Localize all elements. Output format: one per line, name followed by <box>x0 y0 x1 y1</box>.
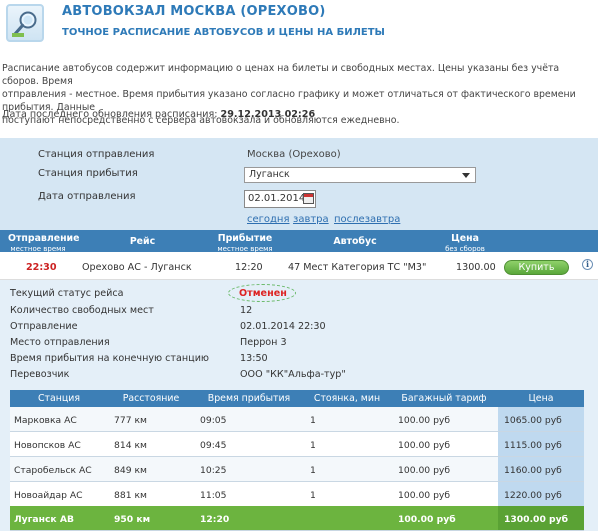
platform-label: Место отправления <box>10 337 110 348</box>
today-link[interactable]: сегодня <box>247 214 290 225</box>
route-baggage: 100.00 руб <box>398 490 451 501</box>
date-input-value: 02.01.2014 <box>248 193 306 204</box>
arrival-select-value: Луганск <box>249 169 290 180</box>
col-arrival: Прибытие местное время <box>210 233 280 253</box>
col-departure: Отправление местное время <box>8 233 79 253</box>
route-distance: 950 км <box>114 514 151 525</box>
last-updated-value: 29.12.2013 02:26 <box>220 109 316 120</box>
departure-time-value: 02.01.2014 22:30 <box>240 321 326 332</box>
status-value: Отменен <box>239 288 287 299</box>
trip-row[interactable]: 22:30 Орехово АС - Луганск 12:20 47 Мест… <box>0 252 598 280</box>
arrival-label: Станция прибытия <box>38 168 138 179</box>
route-baggage: 100.00 руб <box>398 514 456 525</box>
last-updated: Дата последнего обновления расписания: 2… <box>2 109 315 120</box>
day-after-tomorrow-link[interactable]: послезавтра <box>334 214 400 225</box>
route-distance: 777 км <box>114 415 147 426</box>
status-label: Текущий статус рейса <box>10 288 124 299</box>
info-icon[interactable]: i <box>582 259 593 270</box>
date-input[interactable]: 02.01.2014 <box>244 190 316 208</box>
seats-label: Количество свободных мест <box>10 305 154 316</box>
page-subtitle: ТОЧНОЕ РАСПИСАНИЕ АВТОБУСОВ И ЦЕНЫ НА БИ… <box>62 27 385 38</box>
route-station: Новопсков АС <box>14 440 81 451</box>
route-distance: 849 км <box>114 465 147 476</box>
route-baggage: 100.00 руб <box>398 465 451 476</box>
carrier-label: Перевозчик <box>10 369 70 380</box>
trip-route: Орехово АС - Луганск <box>82 262 192 273</box>
route-price: 1220.00 руб <box>504 490 562 501</box>
page-title: АВТОВОКЗАЛ МОСКВА (ОРЕХОВО) <box>62 4 326 19</box>
route-arrival: 10:25 <box>200 465 227 476</box>
chevron-down-icon <box>462 173 470 178</box>
route-station: Марковка АС <box>14 415 77 426</box>
buy-button[interactable]: Купить <box>504 260 569 275</box>
route-baggage: 100.00 руб <box>398 415 451 426</box>
departure-time-label: Отправление <box>10 321 78 332</box>
route-col-baggage: Багажный тариф <box>401 393 487 404</box>
route-baggage: 100.00 руб <box>398 440 451 451</box>
route-distance: 814 км <box>114 440 147 451</box>
col-title: Цена <box>451 233 479 244</box>
schedule-table-header: Отправление местное время Рейс Прибытие … <box>0 230 598 253</box>
route-arrival: 09:05 <box>200 415 227 426</box>
last-updated-label: Дата последнего обновления расписания: <box>2 109 218 120</box>
route-col-price: Цена <box>528 393 554 404</box>
route-table-header: Станция Расстояние Время прибытия Стоянк… <box>10 390 584 407</box>
logo <box>6 4 44 42</box>
final-arrival-value: 13:50 <box>240 353 268 364</box>
route-arrival: 11:05 <box>200 490 227 501</box>
route-price: 1115.00 руб <box>504 440 562 451</box>
col-price: Цена без сборов <box>440 233 490 253</box>
route-station: Новоайдар АС <box>14 490 83 501</box>
departure-label: Станция отправления <box>38 149 155 160</box>
route-row-final: Луганск АВ 950 км 12:20 100.00 руб 1300.… <box>10 506 584 531</box>
arrival-select[interactable]: Луганск <box>244 167 476 183</box>
route-row: Марковка АС 777 км 09:05 1 100.00 руб 10… <box>10 407 584 432</box>
route-stop: 1 <box>310 465 316 476</box>
route-price: 1300.00 руб <box>504 514 569 525</box>
route-col-station: Станция <box>38 393 80 404</box>
departure-value: Москва (Орехово) <box>247 149 341 160</box>
trip-bus: 47 Мест Категория ТС "М3" <box>288 262 427 273</box>
col-title: Прибытие <box>217 233 273 244</box>
route-station: Старобельск АС <box>14 465 92 476</box>
route-row: Старобельск АС 849 км 10:25 1 100.00 руб… <box>10 457 584 482</box>
route-stop: 1 <box>310 415 316 426</box>
route-col-arrival: Время прибытия <box>207 393 291 404</box>
route-station: Луганск АВ <box>14 514 74 525</box>
route-row: Новоайдар АС 881 км 11:05 1 100.00 руб 1… <box>10 482 584 507</box>
col-bus: Автобус <box>333 236 377 247</box>
trip-price: 1300.00 <box>456 262 496 273</box>
platform-value: Перрон 3 <box>240 337 287 348</box>
route-col-stop: Стоянка, мин <box>313 393 381 404</box>
trip-departure: 22:30 <box>26 262 57 273</box>
route-stop: 1 <box>310 440 316 451</box>
route-row: Новопсков АС 814 км 09:45 1 100.00 руб 1… <box>10 432 584 457</box>
carrier-value: ООО "КК"Альфа-тур" <box>240 369 346 380</box>
route-price: 1160.00 руб <box>504 465 562 476</box>
route-stop: 1 <box>310 490 316 501</box>
final-arrival-label: Время прибытия на конечную станцию <box>10 353 210 364</box>
seats-value: 12 <box>240 305 253 316</box>
route-price: 1065.00 руб <box>504 415 562 426</box>
col-title: Отправление <box>8 233 80 244</box>
col-route: Рейс <box>129 236 156 247</box>
route-distance: 881 км <box>114 490 147 501</box>
magnifier-icon <box>12 11 37 37</box>
route-arrival: 12:20 <box>200 514 230 525</box>
tomorrow-link[interactable]: завтра <box>293 214 329 225</box>
intro-line: Расписание автобусов содержит информацию… <box>2 63 560 87</box>
date-label: Дата отправления <box>38 191 136 202</box>
route-col-distance: Расстояние <box>122 393 180 404</box>
trip-arrival: 12:20 <box>235 262 263 273</box>
route-arrival: 09:45 <box>200 440 227 451</box>
calendar-icon[interactable] <box>303 193 314 204</box>
